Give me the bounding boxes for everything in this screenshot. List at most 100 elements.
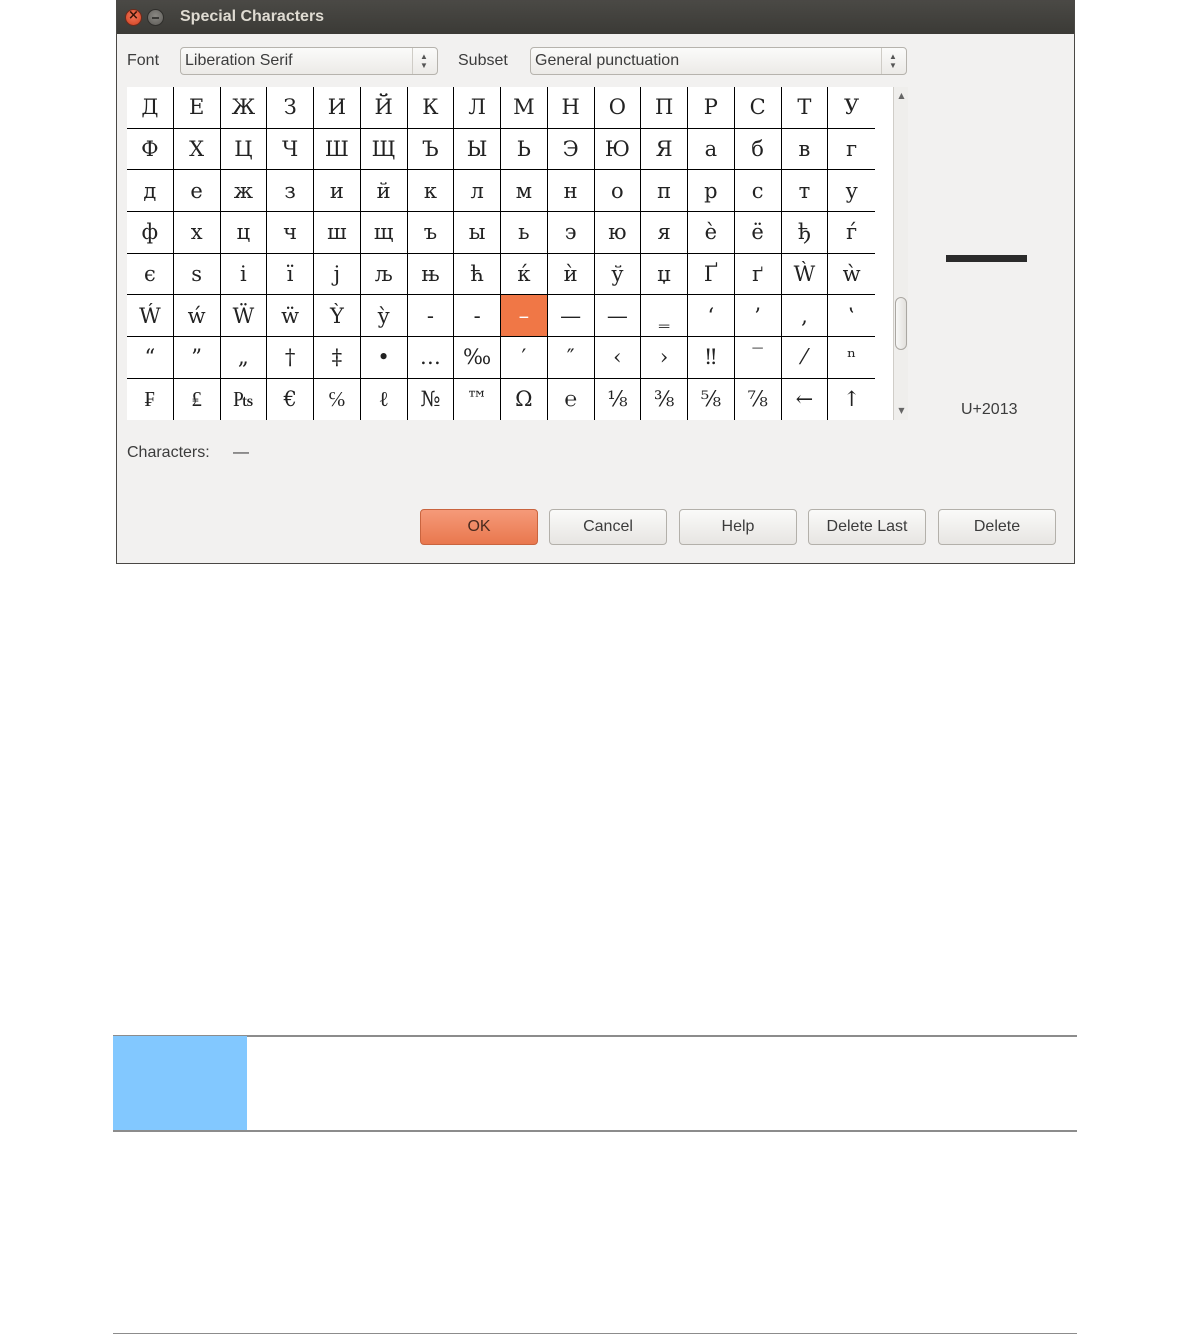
char-cell[interactable]: ь (501, 212, 548, 254)
char-cell[interactable]: ф (127, 212, 174, 254)
char-cell[interactable]: я (641, 212, 688, 254)
char-cell[interactable]: i (220, 253, 268, 296)
delete-button[interactable]: Delete (938, 509, 1056, 545)
char-cell[interactable]: п (641, 170, 688, 213)
minimize-icon[interactable] (147, 9, 164, 26)
char-cell[interactable]: ← (781, 378, 829, 420)
char-cell[interactable]: ‗ (641, 295, 688, 338)
char-cell[interactable]: — (547, 295, 595, 338)
char-cell[interactable]: ℓ (360, 378, 408, 420)
char-cell[interactable]: Р (688, 87, 735, 129)
char-cell[interactable]: л (454, 170, 501, 213)
char-cell[interactable]: д (127, 170, 174, 213)
char-cell[interactable]: ỳ (360, 295, 408, 338)
char-cell[interactable]: у (828, 170, 875, 213)
char-cell[interactable]: ћ (454, 253, 501, 296)
delete-last-button[interactable]: Delete Last (808, 509, 926, 545)
ok-button[interactable]: OK (420, 509, 538, 545)
char-cell[interactable]: Е (173, 87, 221, 129)
char-cell[interactable]: • (360, 337, 408, 379)
char-cell[interactable]: ш (314, 212, 361, 254)
char-cell[interactable]: ы (454, 212, 501, 254)
char-cell[interactable]: Ш (314, 128, 361, 171)
char-cell[interactable]: Ẅ (220, 295, 268, 338)
char-cell[interactable]: з (267, 170, 314, 213)
char-cell[interactable]: ⅛ (594, 378, 642, 420)
char-cell[interactable]: У (828, 87, 875, 129)
char-cell[interactable]: Ю (594, 128, 642, 171)
char-cell[interactable]: е (173, 170, 221, 213)
char-cell[interactable]: с (734, 170, 782, 213)
char-cell[interactable]: Ъ (407, 128, 455, 171)
char-cell[interactable]: ℅ (314, 378, 361, 420)
char-cell[interactable]: ‼ (688, 337, 735, 379)
char-cell[interactable]: М (501, 87, 548, 129)
subset-select[interactable]: General punctuation ▲ ▼ (530, 47, 907, 75)
char-cell[interactable]: ẅ (267, 295, 314, 338)
char-cell[interactable]: ќ (501, 253, 548, 296)
char-cell[interactable]: ‾ (734, 337, 782, 379)
char-cell[interactable]: ₣ (127, 378, 174, 420)
char-cell[interactable]: … (407, 337, 455, 379)
char-cell[interactable]: Ỳ (314, 295, 361, 338)
char-cell[interactable]: Я (641, 128, 688, 171)
char-cell[interactable]: љ (360, 253, 408, 296)
char-cell[interactable]: щ (360, 212, 408, 254)
char-cell[interactable]: Ц (220, 128, 268, 171)
char-cell[interactable]: ѝ (547, 253, 595, 296)
subset-select-spinner[interactable]: ▲ ▼ (881, 48, 906, 74)
char-cell[interactable]: ẁ (828, 254, 875, 296)
char-cell[interactable]: ‡ (314, 337, 361, 379)
char-cell[interactable]: € (267, 378, 314, 420)
char-cell[interactable]: ⅜ (641, 378, 688, 420)
char-cell[interactable]: ‛ (828, 295, 875, 338)
char-cell[interactable]: ‹ (594, 337, 642, 379)
char-cell[interactable]: є (127, 253, 174, 296)
char-cell[interactable]: ‚ (781, 295, 829, 338)
char-cell[interactable]: - (407, 295, 455, 338)
font-select-spinner[interactable]: ▲ ▼ (412, 48, 437, 74)
char-cell[interactable]: Н (547, 87, 595, 129)
font-select[interactable]: Liberation Serif ▲ ▼ (180, 47, 438, 75)
char-cell[interactable]: х (173, 212, 221, 254)
char-cell[interactable]: э (547, 212, 595, 254)
char-cell-selected[interactable]: – (501, 295, 548, 338)
char-cell[interactable]: н (547, 170, 595, 213)
char-cell[interactable]: в (781, 128, 829, 171)
char-cell[interactable]: ₧ (220, 378, 268, 420)
char-cell[interactable]: › (641, 337, 688, 379)
char-cell[interactable]: ’ (734, 295, 782, 338)
char-cell[interactable]: Э (547, 128, 595, 171)
char-cell[interactable]: Ẃ (127, 295, 174, 338)
char-cell[interactable]: о (594, 170, 642, 213)
char-cell[interactable]: № (407, 378, 455, 420)
grid-scrollbar[interactable]: ▲ ▼ (893, 87, 908, 420)
char-cell[interactable]: ђ (781, 212, 829, 254)
char-cell[interactable]: ⅞ (734, 378, 782, 420)
scroll-down-icon[interactable]: ▼ (895, 404, 908, 418)
char-cell[interactable]: † (267, 337, 314, 379)
char-cell[interactable]: О (594, 87, 642, 129)
char-cell[interactable]: џ (641, 253, 688, 296)
char-cell[interactable]: ю (594, 212, 642, 254)
char-cell[interactable]: ′ (501, 337, 548, 379)
char-cell[interactable]: м (501, 170, 548, 213)
char-cell[interactable]: р (688, 170, 735, 213)
char-cell[interactable]: ў (594, 253, 642, 296)
char-cell[interactable]: j (314, 253, 361, 296)
char-cell[interactable]: s (173, 253, 221, 296)
close-icon[interactable] (125, 8, 142, 26)
char-cell[interactable]: Ω (501, 378, 548, 420)
char-cell[interactable]: Ж (220, 87, 268, 129)
char-cell[interactable]: ї (267, 253, 314, 296)
char-cell[interactable]: Й (360, 87, 408, 129)
char-cell[interactable]: З (267, 87, 314, 129)
char-cell[interactable]: - (454, 295, 501, 338)
char-cell[interactable]: ё (734, 212, 782, 254)
char-cell[interactable]: Щ (360, 128, 408, 171)
char-cell[interactable]: ⁄ (781, 337, 829, 379)
char-cell[interactable]: ẃ (173, 295, 221, 338)
char-cell[interactable]: ц (220, 212, 268, 254)
char-cell[interactable]: б (734, 128, 782, 171)
char-cell[interactable]: ″ (547, 337, 595, 379)
